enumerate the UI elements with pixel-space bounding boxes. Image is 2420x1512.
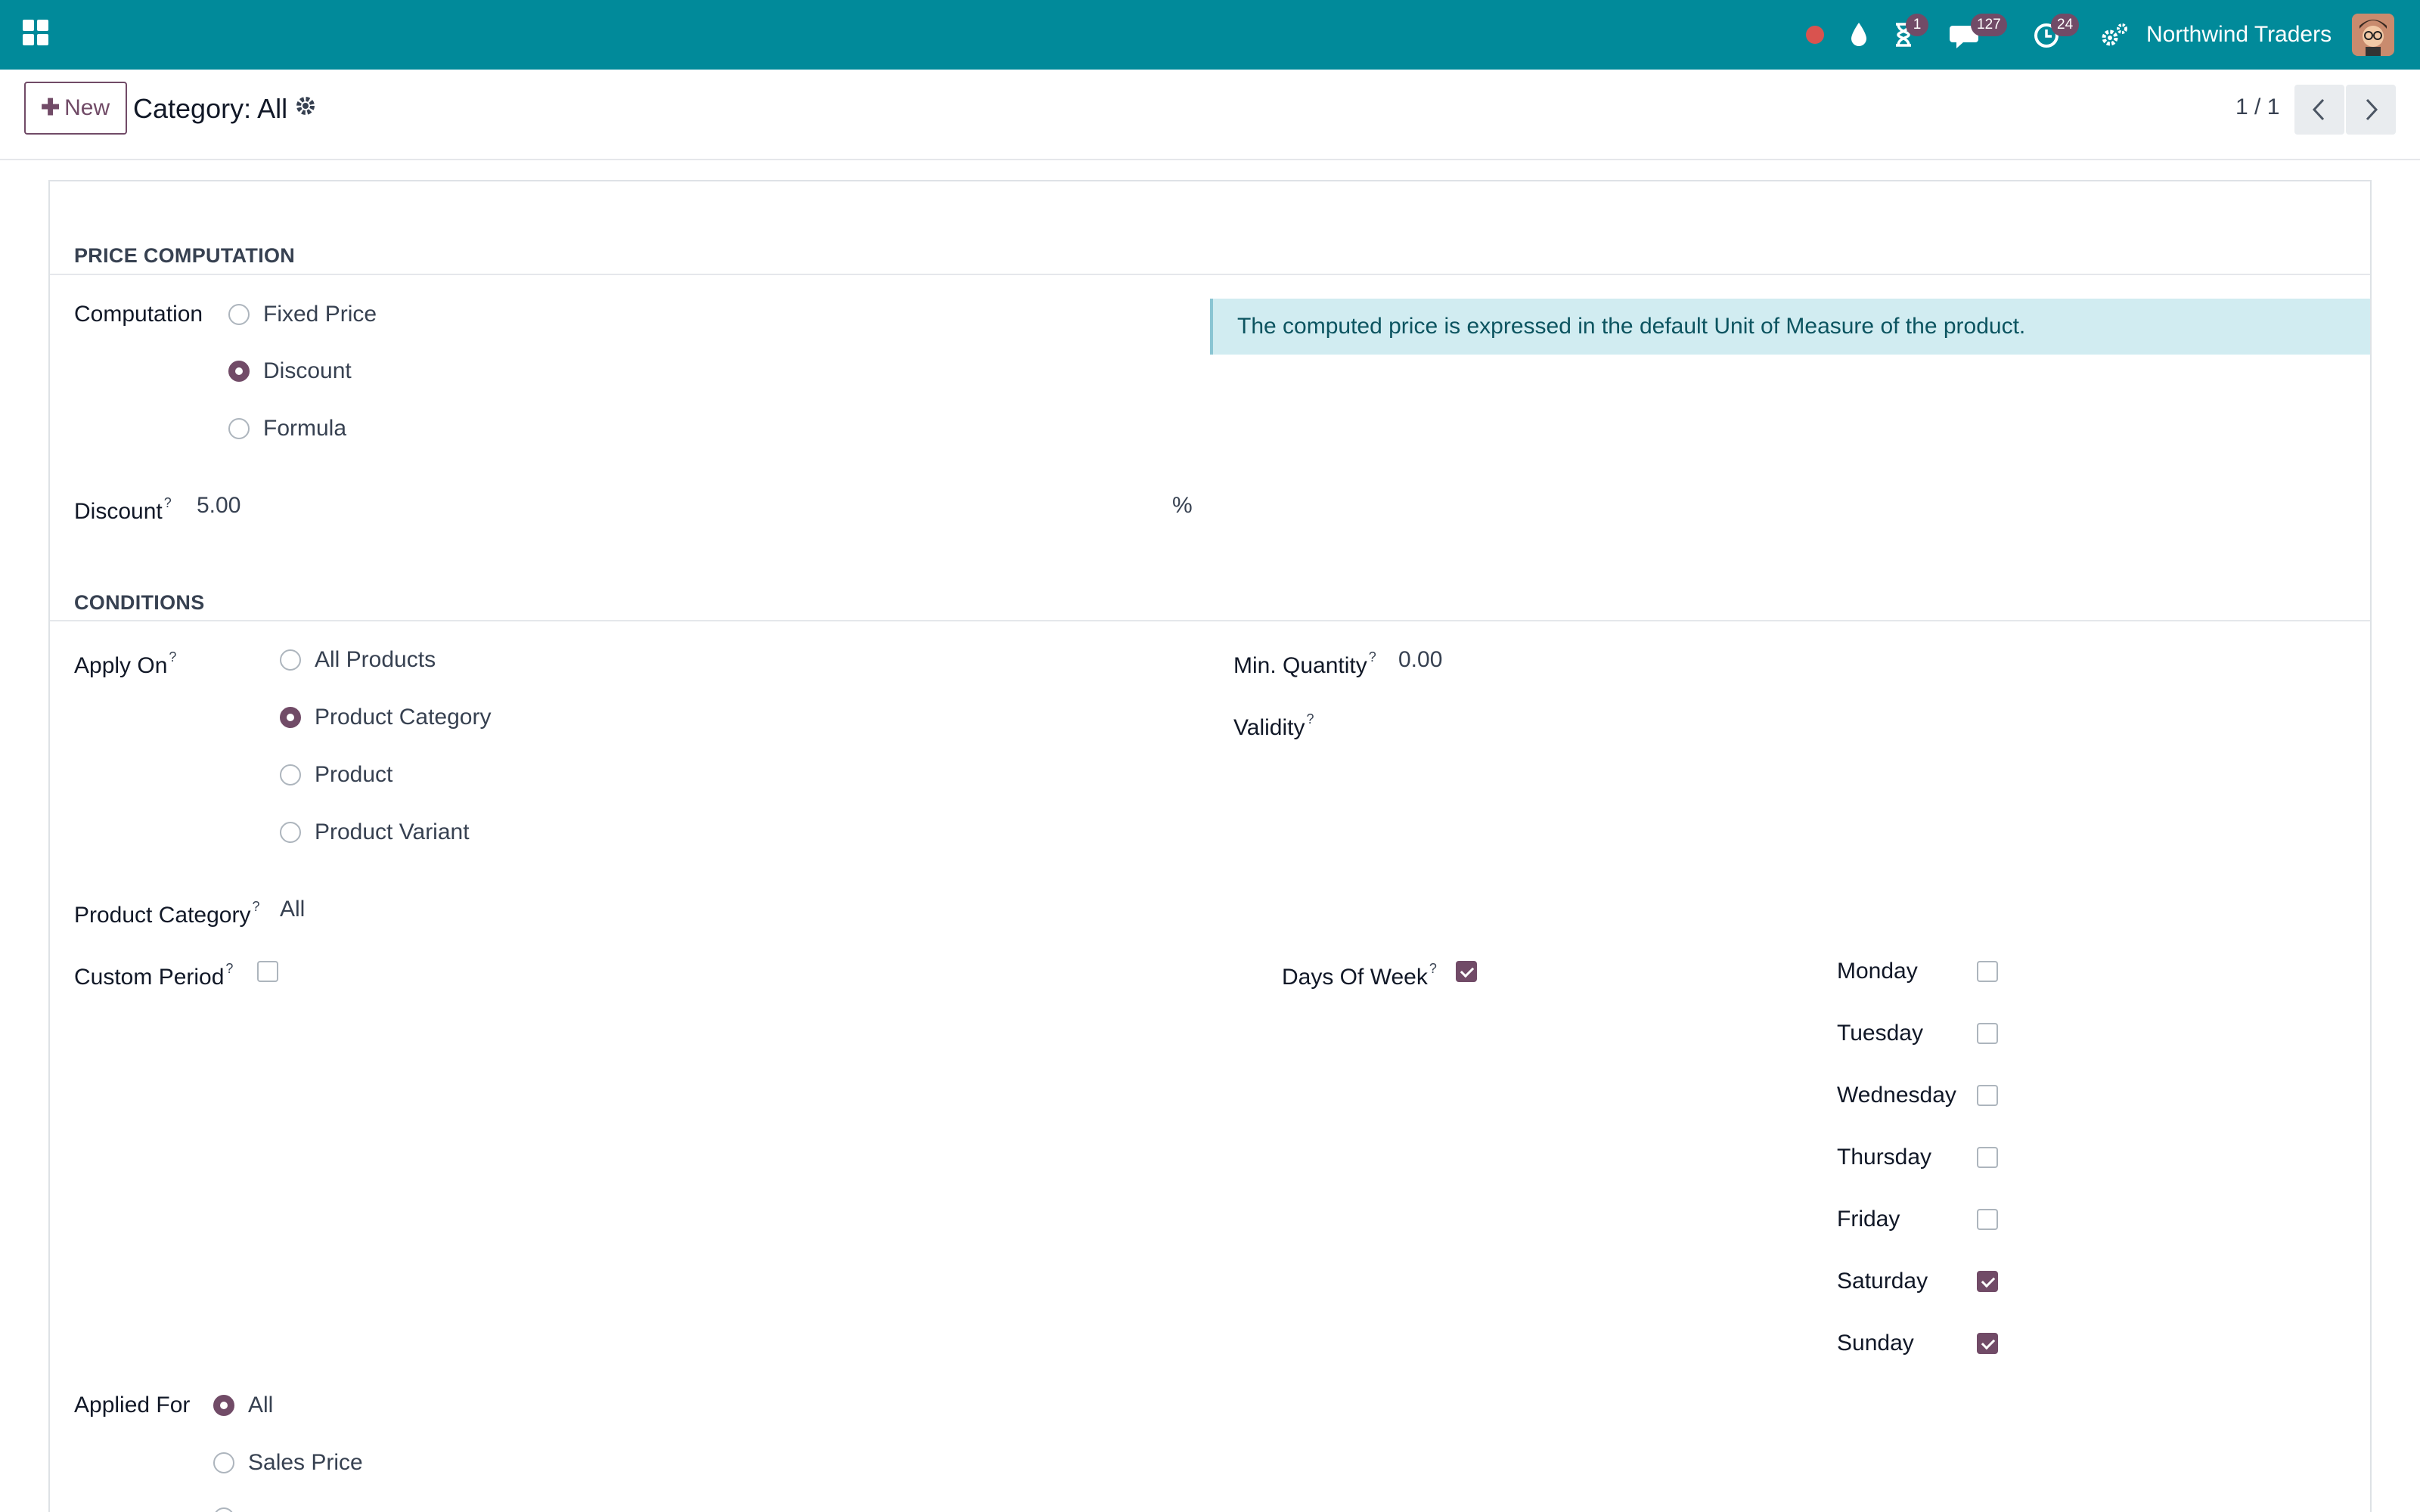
breadcrumb: Category: All [133,93,288,124]
chevron-right-icon [2366,98,2378,121]
company-switcher[interactable]: Northwind Traders [2146,20,2332,50]
days-of-week-checkbox[interactable] [1456,961,1477,982]
radio-product-category[interactable] [280,707,301,728]
radio-label: Product [315,762,393,787]
day-thursday-checkbox[interactable] [1977,1147,1998,1168]
day-saturday-checkbox[interactable] [1977,1271,1998,1292]
day-sunday-label: Sunday [1837,1331,1914,1356]
messages-chat-icon[interactable]: 127 [1950,14,2007,53]
form-sheet [48,180,2372,1512]
radio-applied-all[interactable] [213,1395,234,1416]
radio-label: Formula [263,416,347,441]
radio-label: Fixed Price [263,302,377,327]
gear-icon[interactable] [295,95,316,120]
day-friday-checkbox[interactable] [1977,1209,1998,1230]
discount-label: Discount? [74,495,172,524]
drop-icon[interactable] [1847,17,1871,53]
day-tuesday-label: Tuesday [1837,1021,1923,1046]
control-panel: ✚ New Category: All 1 / 1 [0,70,2420,160]
radio-label: Product Category [315,705,492,730]
activity-hourglass-icon[interactable]: 1 [1891,14,1928,53]
discount-input[interactable]: 5.00 [197,492,240,519]
applied-for-all-option[interactable]: All [213,1392,273,1419]
product-category-label: Product Category? [74,899,260,928]
computation-discount-option[interactable]: Discount [228,358,352,385]
custom-period-label: Custom Period? [74,961,234,990]
day-monday-checkbox[interactable] [1977,961,1998,982]
radio-product-variant[interactable] [280,822,301,843]
radio-label: Discount [263,358,352,383]
pager-value[interactable]: 1 / 1 [2235,92,2279,122]
computation-formula-option[interactable]: Formula [228,415,346,442]
radio-all-products[interactable] [280,649,301,671]
day-friday-label: Friday [1837,1207,1900,1232]
apply-on-product-option[interactable]: Product [280,761,392,789]
section-separator [50,274,2370,275]
plus-icon: ✚ [41,95,60,120]
apply-on-product-category-option[interactable]: Product Category [280,704,491,731]
day-tuesday-checkbox[interactable] [1977,1023,1998,1044]
section-separator [50,620,2370,621]
activity-count-badge: 1 [1906,14,1928,36]
day-sunday-checkbox[interactable] [1977,1333,1998,1354]
apply-on-label: Apply On? [74,649,177,678]
updates-clock-icon[interactable]: 24 [2033,14,2080,53]
radio-label: All Products [315,647,436,672]
days-of-week-label: Days Of Week? [1282,961,1437,990]
updates-count-badge: 24 [2051,14,2080,36]
computation-fixed-price-option[interactable]: Fixed Price [228,301,377,328]
validity-label: Validity? [1233,711,1314,740]
day-thursday-label: Thursday [1837,1145,1932,1170]
uom-info-alert: The computed price is expressed in the d… [1210,299,2370,355]
user-avatar[interactable] [2352,14,2394,56]
applied-for-label: Applied For [74,1393,191,1418]
pager-next-button[interactable] [2346,85,2396,135]
radio-product[interactable] [280,764,301,785]
record-indicator-icon[interactable] [1803,17,1827,53]
top-navbar: 1 127 24 Northwind Traders [0,0,2420,70]
custom-period-checkbox[interactable] [257,961,278,982]
messages-count-badge: 127 [1971,14,2007,36]
radio-fixed-price[interactable] [228,304,250,325]
new-button-label: New [64,95,110,120]
day-wednesday-checkbox[interactable] [1977,1085,1998,1106]
chevron-left-icon [2312,98,2325,121]
price-computation-title: PRICE COMPUTATION [74,244,296,267]
computation-label: Computation [74,302,203,327]
day-saturday-label: Saturday [1837,1269,1928,1294]
day-monday-label: Monday [1837,959,1918,984]
product-category-field[interactable]: All [280,896,305,923]
radio-discount[interactable] [228,361,250,382]
conditions-title: CONDITIONS [74,591,205,614]
radio-label: All [248,1393,274,1418]
radio-partial[interactable] [213,1507,234,1512]
radio-sales-price[interactable] [213,1452,234,1473]
radio-formula[interactable] [228,418,250,439]
min-quantity-label: Min. Quantity? [1233,649,1376,678]
min-quantity-input[interactable]: 0.00 [1398,646,1442,674]
radio-label: Sales Price [248,1450,363,1475]
applied-for-next-option-partial[interactable] [213,1504,248,1512]
day-wednesday-label: Wednesday [1837,1083,1956,1108]
apps-menu-icon[interactable] [23,20,48,45]
discount-unit: % [1172,493,1193,518]
new-record-button[interactable]: ✚ New [24,82,127,135]
apply-on-product-variant-option[interactable]: Product Variant [280,819,470,846]
settings-gears-icon[interactable] [2099,17,2130,53]
applied-for-sales-price-option[interactable]: Sales Price [213,1449,363,1476]
pager-previous-button[interactable] [2294,85,2344,135]
apply-on-all-products-option[interactable]: All Products [280,646,436,674]
radio-label: Product Variant [315,820,470,844]
